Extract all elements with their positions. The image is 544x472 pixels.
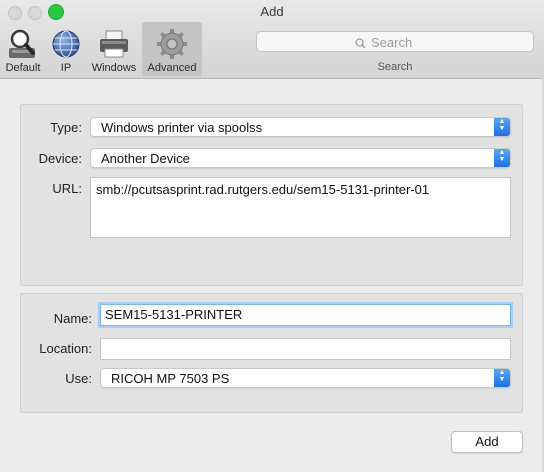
add-button[interactable]: Add (451, 431, 523, 453)
printer-icon (98, 28, 130, 60)
toolbar-ip-button[interactable]: IP (48, 22, 84, 76)
device-popup[interactable]: Another Device ▲ ▼ (90, 148, 511, 168)
url-field[interactable]: smb://pcutsasprint.rad.rutgers.edu/sem15… (90, 177, 511, 238)
toolbar-windows-label: Windows (91, 62, 137, 74)
search-icon (355, 37, 366, 52)
toolbar-advanced-label: Advanced (147, 62, 197, 74)
url-label: URL: (52, 181, 82, 196)
use-value: RICOH MP 7503 PS (111, 371, 230, 386)
location-field[interactable] (100, 338, 511, 360)
toolbar-advanced-button[interactable]: Advanced (142, 22, 202, 76)
name-field[interactable]: SEM15-5131-PRINTER (100, 304, 511, 326)
type-value: Windows printer via spoolss (101, 120, 263, 135)
add-printer-window: Add Default IP Windows Advanced Search S… (0, 0, 544, 472)
location-label: Location: (39, 341, 92, 356)
magnifier-printer-icon (7, 28, 39, 60)
title-bar: Add Default IP Windows Advanced Search S… (0, 0, 544, 79)
toolbar-default-button[interactable]: Default (2, 22, 44, 76)
gear-icon (156, 28, 188, 60)
device-value: Another Device (101, 151, 190, 166)
toolbar-windows-button[interactable]: Windows (88, 22, 140, 76)
toolbar-default-label: Default (5, 62, 41, 74)
search-caption: Search (377, 61, 413, 73)
use-label: Use: (65, 371, 92, 386)
popup-arrows-icon: ▲ ▼ (494, 369, 510, 387)
window-title: Add (260, 4, 284, 19)
device-label: Device: (38, 151, 82, 166)
toolbar-ip-label: IP (60, 62, 72, 74)
globe-icon (50, 28, 82, 60)
use-popup[interactable]: RICOH MP 7503 PS ▲ ▼ (100, 368, 511, 388)
name-label: Name: (53, 311, 92, 326)
search-placeholder: Search (371, 35, 413, 50)
search-field[interactable]: Search (256, 31, 534, 52)
popup-arrows-icon: ▲ ▼ (494, 118, 510, 136)
type-label: Type: (50, 120, 82, 135)
popup-arrows-icon: ▲ ▼ (494, 149, 510, 167)
type-popup[interactable]: Windows printer via spoolss ▲ ▼ (90, 117, 511, 137)
